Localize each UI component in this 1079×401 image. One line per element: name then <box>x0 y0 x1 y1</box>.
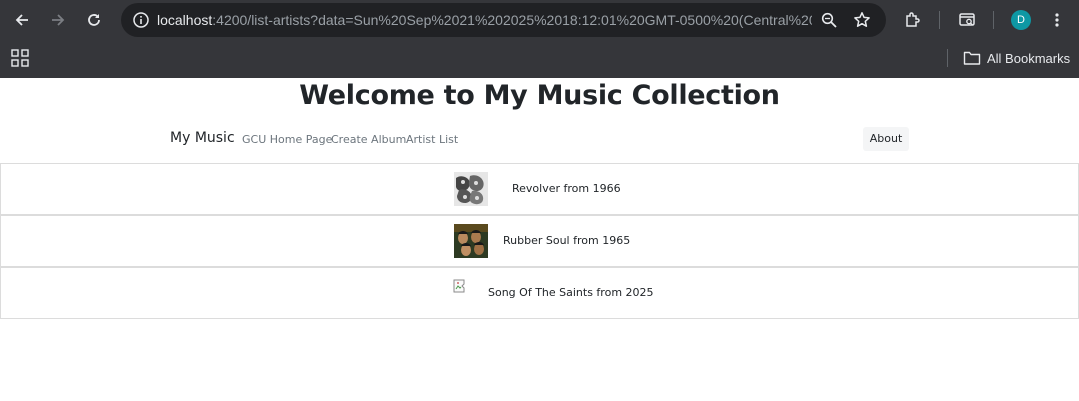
tab-search-button[interactable] <box>953 6 981 34</box>
profile-avatar[interactable]: D <box>1011 10 1031 30</box>
all-bookmarks-button[interactable]: All Bookmarks <box>963 49 1070 67</box>
bookmarks-bar: All Bookmarks <box>0 40 1079 78</box>
nav-link-gcu-home[interactable]: GCU Home Page <box>242 133 332 146</box>
album-label: Rubber Soul from 1965 <box>503 234 631 247</box>
site-info-button[interactable] <box>129 8 153 32</box>
nav-link-artist-list[interactable]: Artist List <box>406 133 458 146</box>
bookmarks-divider <box>947 49 948 67</box>
tab-search-icon <box>959 13 975 26</box>
album-row[interactable]: Rubber Soul from 1965 <box>0 215 1079 267</box>
album-cover-image <box>454 172 488 206</box>
bookmark-star-button[interactable] <box>850 8 874 32</box>
menu-icon <box>1055 13 1059 27</box>
extensions-button[interactable] <box>899 6 927 34</box>
nav-link-create-album[interactable]: Create Album <box>331 133 406 146</box>
browser-toolbar: localhost:4200/list-artists?data=Sun%20S… <box>0 0 1079 40</box>
navbar-brand[interactable]: My Music <box>170 130 235 146</box>
toolbar-divider <box>993 11 994 29</box>
page-title: Welcome to My Music Collection <box>299 80 780 111</box>
reload-icon <box>88 14 100 26</box>
album-row[interactable]: Song Of The Saints from 2025 <box>0 267 1079 319</box>
zoom-button[interactable] <box>817 8 841 32</box>
all-bookmarks-label: All Bookmarks <box>987 50 1071 66</box>
back-icon <box>15 14 28 26</box>
album-label: Song Of The Saints from 2025 <box>488 286 654 299</box>
browser-chrome: localhost:4200/list-artists?data=Sun%20S… <box>0 0 1079 78</box>
revolver-cover-art <box>454 172 488 206</box>
album-cover-image <box>454 224 488 258</box>
extensions-icon <box>906 12 920 27</box>
apps-button[interactable] <box>11 49 29 67</box>
folder-icon <box>963 51 981 65</box>
apps-icon <box>11 49 29 67</box>
page-content: Welcome to My Music Collection My Music … <box>0 78 1079 401</box>
url-host: localhost <box>157 12 213 28</box>
album-label: Revolver from 1966 <box>512 182 621 195</box>
navbar: My Music GCU Home Page Create Album Arti… <box>0 124 1079 154</box>
reload-button[interactable] <box>80 6 108 34</box>
url-path: :4200/list-artists?data=Sun%20Sep%2021%2… <box>212 12 812 28</box>
album-row[interactable]: Revolver from 1966 <box>0 163 1079 215</box>
site-info-icon <box>133 12 149 28</box>
back-button[interactable] <box>8 6 36 34</box>
forward-button[interactable] <box>44 6 72 34</box>
menu-button[interactable] <box>1043 6 1071 34</box>
about-button[interactable]: About <box>863 127 909 151</box>
url-text[interactable]: localhost:4200/list-artists?data=Sun%20S… <box>157 3 812 37</box>
album-list: Revolver from 1966 Rubber Soul from 1965 <box>0 163 1079 319</box>
forward-icon <box>52 14 65 26</box>
zoom-icon <box>821 12 837 28</box>
broken-image-icon <box>453 279 465 293</box>
rubber-soul-cover-art <box>454 224 488 258</box>
star-icon <box>854 12 870 27</box>
address-bar[interactable]: localhost:4200/list-artists?data=Sun%20S… <box>121 3 886 37</box>
toolbar-divider <box>939 11 940 29</box>
